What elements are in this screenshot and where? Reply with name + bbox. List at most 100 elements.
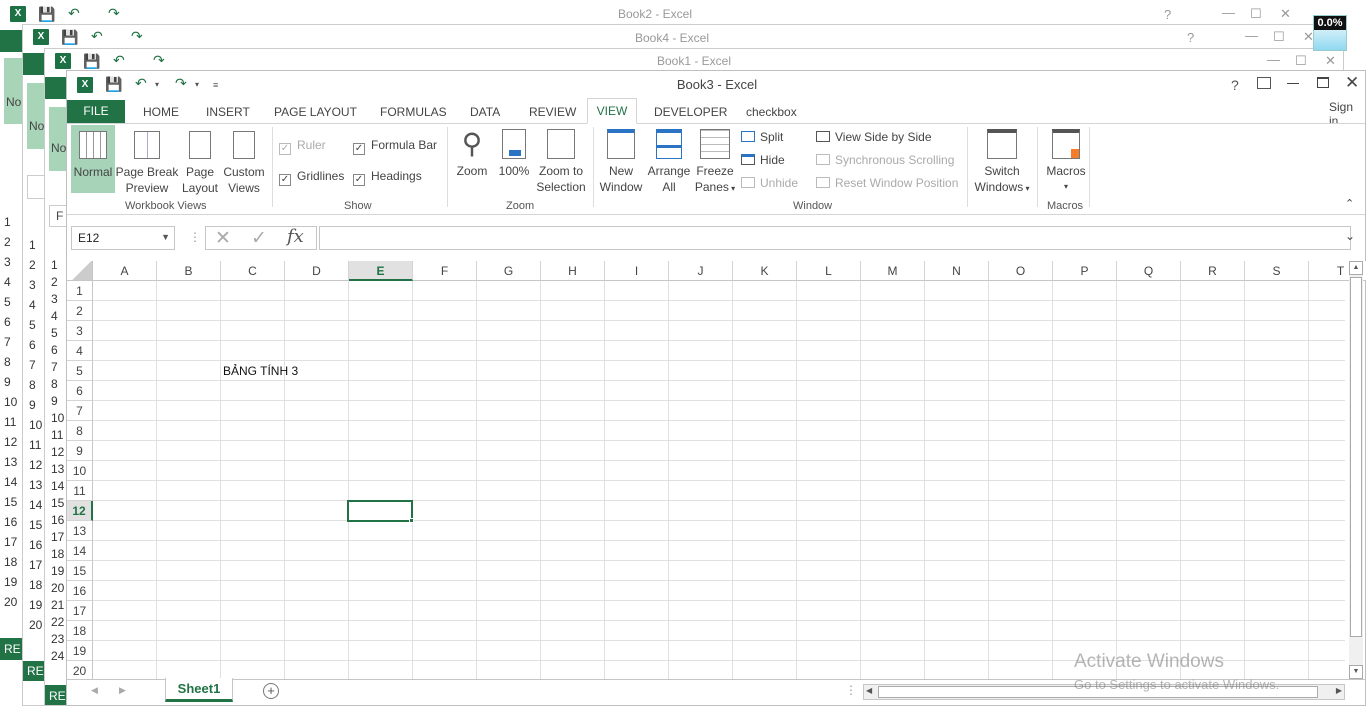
row-header-9[interactable]: 9 xyxy=(67,441,93,461)
column-header-k[interactable]: K xyxy=(733,261,797,281)
new-window-button[interactable]: New Window xyxy=(597,127,645,195)
row-header-4[interactable]: 4 xyxy=(67,341,93,361)
maximize-icon[interactable]: ☐ xyxy=(1273,30,1285,44)
expand-formula-bar-icon[interactable]: ⌄ xyxy=(1345,229,1355,243)
arrange-all-button[interactable]: Arrange All xyxy=(645,127,693,195)
formula-bar-checkbox[interactable]: ✓ Formula Bar xyxy=(353,138,437,155)
column-header-h[interactable]: H xyxy=(541,261,605,281)
vertical-scroll-thumb[interactable] xyxy=(1350,277,1362,637)
column-header-f[interactable]: F xyxy=(413,261,477,281)
scroll-right-icon[interactable]: ▶ xyxy=(1336,686,1342,695)
close-icon[interactable]: ✕ xyxy=(1325,54,1336,68)
tab-insert[interactable]: INSERT xyxy=(206,103,250,125)
view-side-by-side-button[interactable]: View Side by Side xyxy=(816,130,932,144)
cell-grid[interactable] xyxy=(93,281,1345,679)
row-header-8[interactable]: 8 xyxy=(67,421,93,441)
scroll-left-icon[interactable]: ◀ xyxy=(866,686,872,695)
book1-titlebar[interactable]: X 💾 ↶ ↷ Book1 - Excel — ☐ ✕ xyxy=(45,49,1343,71)
column-header-l[interactable]: L xyxy=(797,261,861,281)
row-header-14[interactable]: 14 xyxy=(67,541,93,561)
zoom-button[interactable]: ⚲ Zoom xyxy=(453,127,491,195)
row-header-17[interactable]: 17 xyxy=(67,601,93,621)
tab-data[interactable]: DATA xyxy=(470,103,500,125)
close-icon[interactable]: ✕ xyxy=(1345,73,1359,93)
page-break-preview-button[interactable]: Page Break Preview xyxy=(115,125,179,195)
sheet-scroll-left-icon[interactable]: ◀ xyxy=(91,685,98,696)
hide-button[interactable]: Hide xyxy=(741,153,785,167)
cancel-icon[interactable]: ✕ xyxy=(215,227,231,250)
book4-titlebar[interactable]: X 💾 ↶ ↷ Book4 - Excel ? — ☐ ✕ xyxy=(23,25,1321,47)
name-box-dropdown-icon[interactable]: ▼ xyxy=(161,232,170,242)
reset-window-position-button[interactable]: Reset Window Position xyxy=(816,176,958,190)
split-button[interactable]: Split xyxy=(741,130,783,144)
row-header-12[interactable]: 12 xyxy=(67,501,93,521)
book3-window[interactable]: X 💾 ↶ ▾ ↷ ▾ ≡ Book3 - Excel ? ✕ FILE HOM… xyxy=(66,70,1366,706)
row-header-5[interactable]: 5 xyxy=(67,361,93,381)
tab-split-grip-icon[interactable]: ⋮ xyxy=(845,683,857,697)
vertical-scrollbar[interactable]: ▲ ▼ xyxy=(1349,261,1363,679)
gridlines-checkbox[interactable]: ✓ Gridlines xyxy=(279,169,344,186)
select-all-corner[interactable] xyxy=(67,261,93,281)
fill-handle[interactable] xyxy=(409,518,414,523)
row-header-18[interactable]: 18 xyxy=(67,621,93,641)
collapse-ribbon-icon[interactable]: ⌃ xyxy=(1345,197,1354,210)
row-header-13[interactable]: 13 xyxy=(67,521,93,541)
minimize-icon[interactable] xyxy=(1287,83,1299,84)
row-header-6[interactable]: 6 xyxy=(67,381,93,401)
tab-developer[interactable]: DEVELOPER xyxy=(654,103,727,125)
row-header-19[interactable]: 19 xyxy=(67,641,93,661)
row-header-10[interactable]: 10 xyxy=(67,461,93,481)
enter-icon[interactable]: ✓ xyxy=(251,227,267,250)
tab-review[interactable]: REVIEW xyxy=(529,103,576,125)
custom-views-button[interactable]: Custom Views xyxy=(221,125,267,195)
macros-button[interactable]: Macros ▾ xyxy=(1041,127,1091,195)
maximize-icon[interactable] xyxy=(1317,77,1329,88)
row-header-3[interactable]: 3 xyxy=(67,321,93,341)
book2-titlebar[interactable]: X 💾 ↶ ↷ Book2 - Excel ? — ☐ ✕ xyxy=(0,0,1310,22)
row-header-1[interactable]: 1 xyxy=(67,281,93,301)
column-header-p[interactable]: P xyxy=(1053,261,1117,281)
zoom-to-selection-button[interactable]: Zoom to Selection xyxy=(535,127,587,195)
minimize-icon[interactable]: — xyxy=(1222,6,1235,20)
column-header-i[interactable]: I xyxy=(605,261,669,281)
new-sheet-icon[interactable]: + xyxy=(263,683,279,699)
tab-formulas[interactable]: FORMULAS xyxy=(380,103,447,125)
freeze-panes-button[interactable]: Freeze Panes ▾ xyxy=(693,127,737,195)
column-header-o[interactable]: O xyxy=(989,261,1053,281)
ruler-checkbox[interactable]: ✓ Ruler xyxy=(279,138,326,155)
sheet-tab-sheet1[interactable]: Sheet1 xyxy=(165,678,233,702)
row-header-11[interactable]: 11 xyxy=(67,481,93,501)
page-layout-button[interactable]: Page Layout xyxy=(179,125,221,195)
column-header-n[interactable]: N xyxy=(925,261,989,281)
close-icon[interactable]: ✕ xyxy=(1280,7,1291,21)
row-header-16[interactable]: 16 xyxy=(67,581,93,601)
headings-checkbox[interactable]: ✓ Headings xyxy=(353,169,422,186)
column-header-r[interactable]: R xyxy=(1181,261,1245,281)
tab-view[interactable]: VIEW xyxy=(587,98,637,124)
column-header-d[interactable]: D xyxy=(285,261,349,281)
minimize-icon[interactable]: — xyxy=(1267,53,1280,67)
column-header-m[interactable]: M xyxy=(861,261,925,281)
column-header-q[interactable]: Q xyxy=(1117,261,1181,281)
normal-view-button[interactable]: Normal xyxy=(71,125,115,193)
active-cell-e12[interactable] xyxy=(347,500,413,522)
row-header-20[interactable]: 20 xyxy=(67,661,93,681)
column-header-j[interactable]: J xyxy=(669,261,733,281)
tab-checkbox[interactable]: checkbox xyxy=(746,103,797,125)
maximize-icon[interactable]: ☐ xyxy=(1250,7,1262,21)
zoom-100-button[interactable]: 100% xyxy=(495,127,533,195)
insert-function-icon[interactable]: fx xyxy=(287,226,304,247)
help-icon[interactable]: ? xyxy=(1187,31,1194,45)
row-header-7[interactable]: 7 xyxy=(67,401,93,421)
scroll-down-icon[interactable]: ▼ xyxy=(1349,665,1363,679)
minimize-icon[interactable]: — xyxy=(1245,29,1258,43)
tab-page-layout[interactable]: PAGE LAYOUT xyxy=(274,103,357,125)
help-icon[interactable]: ? xyxy=(1164,8,1171,22)
scroll-up-icon[interactable]: ▲ xyxy=(1349,261,1363,275)
help-icon[interactable]: ? xyxy=(1231,77,1239,93)
unhide-button[interactable]: Unhide xyxy=(741,176,798,190)
row-header-2[interactable]: 2 xyxy=(67,301,93,321)
row-header-15[interactable]: 15 xyxy=(67,561,93,581)
switch-windows-button[interactable]: Switch Windows ▾ xyxy=(971,127,1033,195)
sheet-scroll-right-icon[interactable]: ▶ xyxy=(119,685,126,696)
